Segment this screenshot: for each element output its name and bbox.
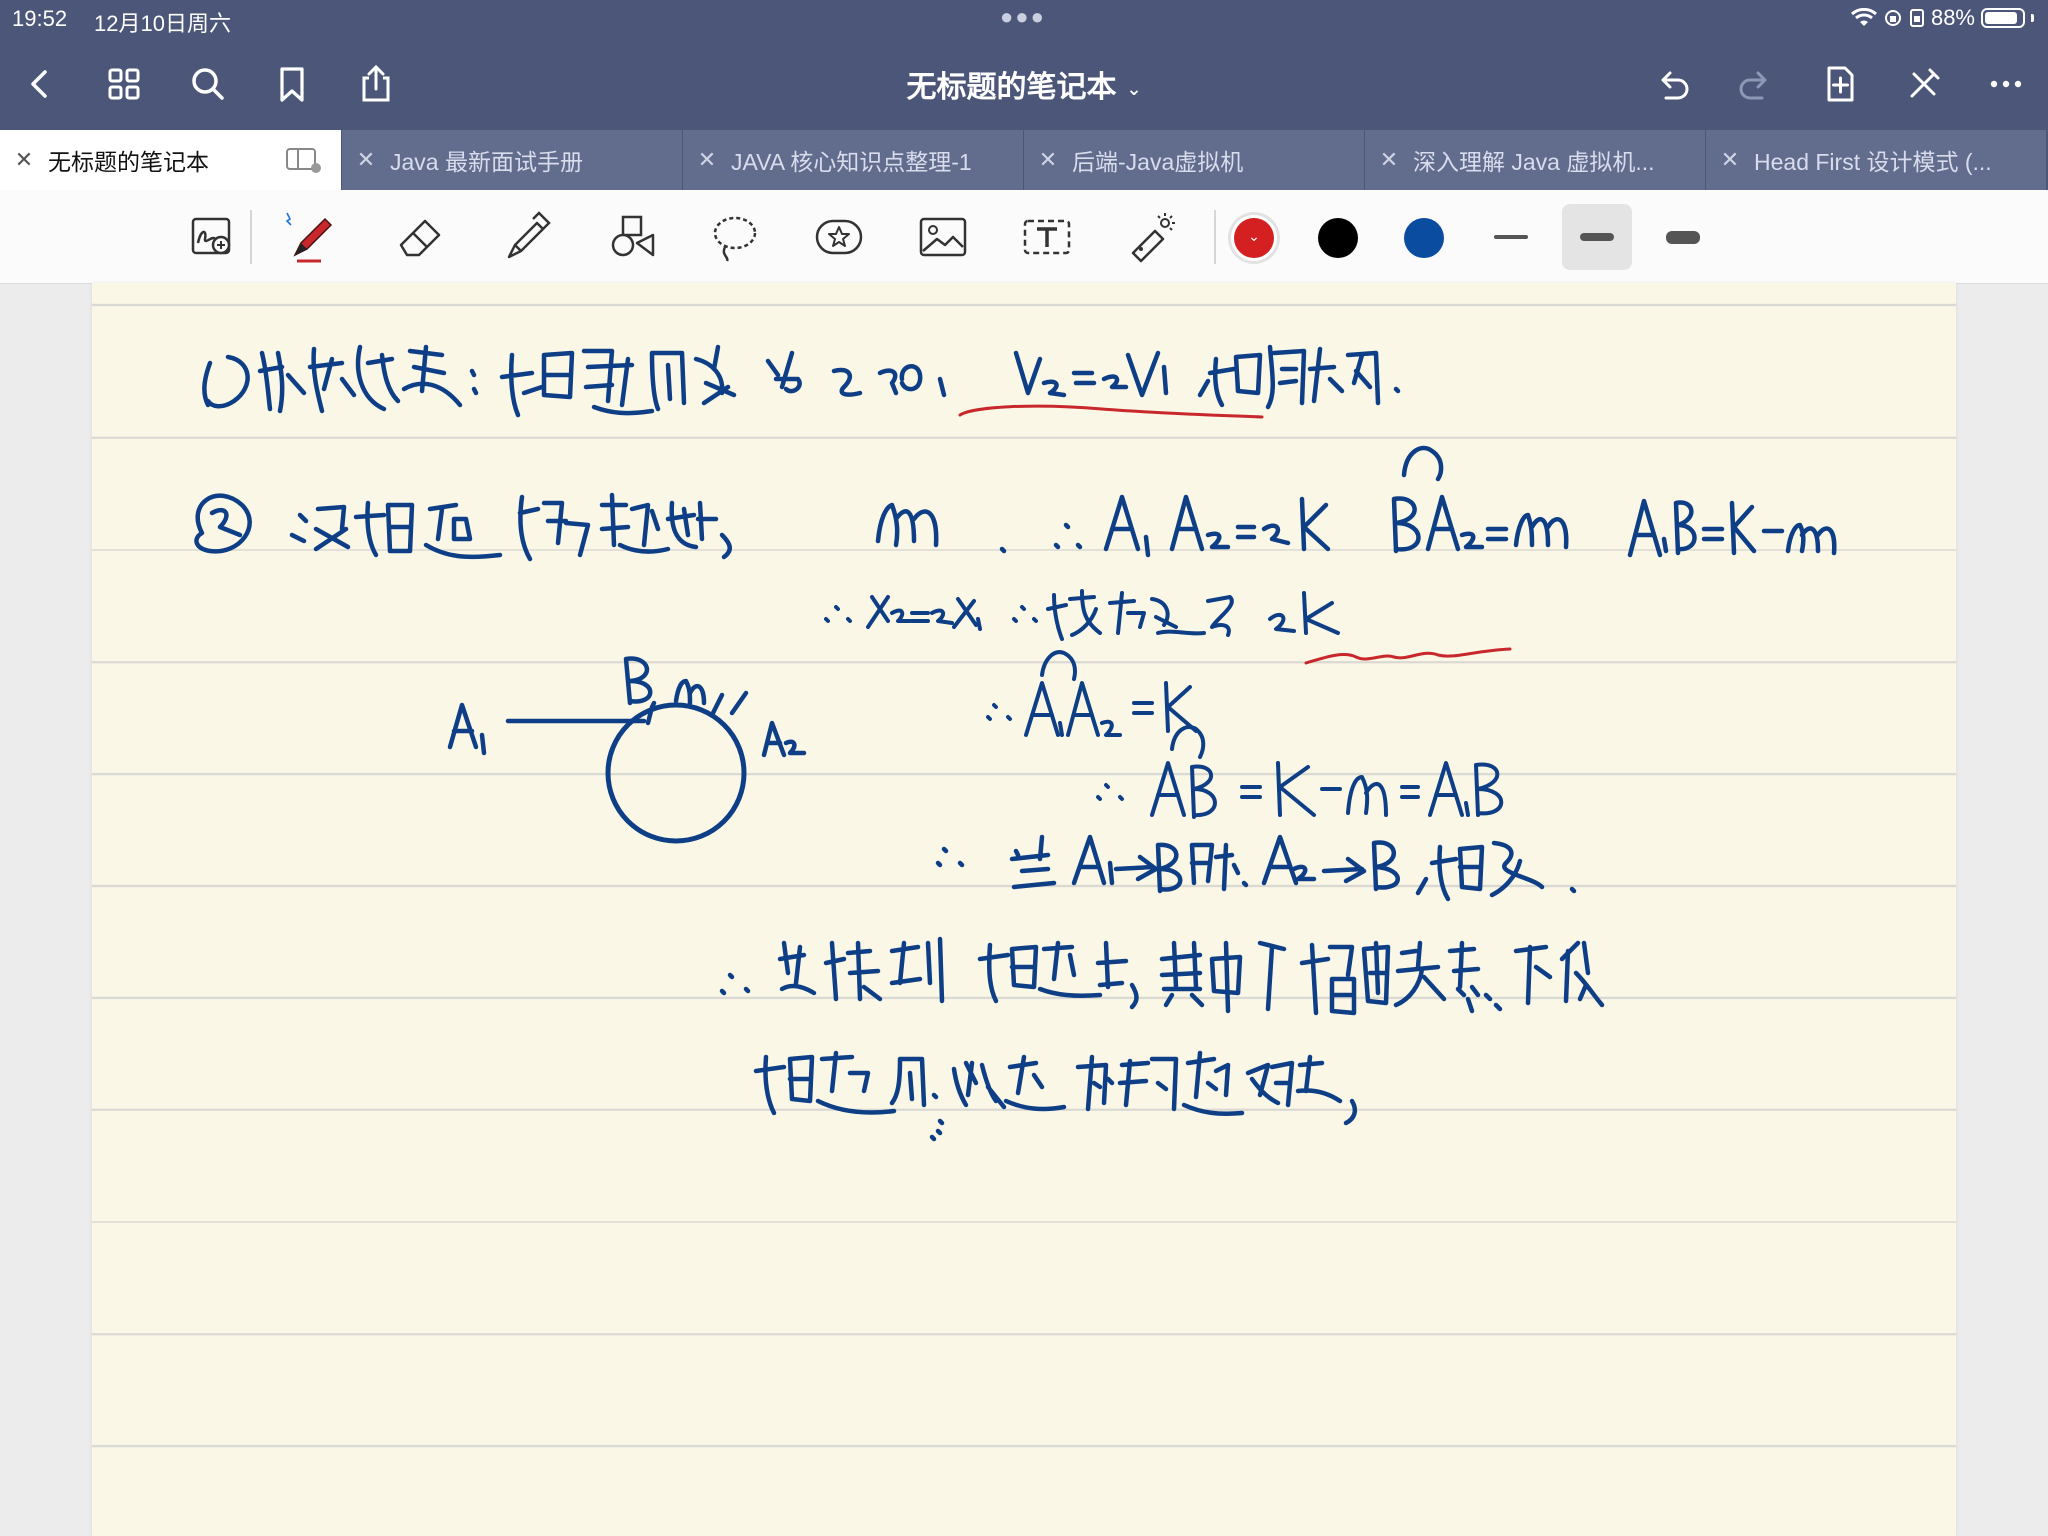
tab-label: 后端-Java虚拟机 [1072,149,1244,175]
note-line-4 [986,650,1198,737]
note-line-2 [194,445,1837,562]
eraser-icon[interactable] [388,204,454,270]
status-indicators: 88% [1850,5,2034,31]
tab-untitled-notebook[interactable]: ✕ 无标题的笔记本 [0,130,341,190]
image-icon[interactable] [910,204,976,270]
tab-java-core-notes[interactable]: ✕ JAVA 核心知识点整理-1 [682,130,1023,190]
share-icon[interactable] [350,58,402,110]
battery-percent: 88% [1930,5,1975,30]
pencil-off-icon[interactable] [1898,58,1950,110]
stroke-width-thin[interactable] [1476,204,1546,270]
notebook-title-button[interactable]: 无标题的笔记本 ⌄ [906,71,1141,104]
note-line-7 [719,936,1605,1016]
red-underline-1 [958,404,1264,419]
chevron-down-icon: ⌄ [1126,78,1142,99]
highlighter-icon[interactable] [494,204,560,270]
orientation-lock-icon [1884,10,1901,26]
app-header: 19:52 12月10日周六 ●●● 88% 无标题的笔记本 ⌄ [0,0,2048,130]
status-date: 12月10日周六 [94,11,231,36]
note-line-8 [753,1050,1358,1126]
add-page-icon[interactable] [1814,58,1866,110]
chevron-left-icon[interactable] [14,58,66,110]
linked-list-diagram [447,656,807,844]
tab-label: Java 最新面试手册 [390,149,583,175]
zoom-ink-icon[interactable] [180,204,246,270]
tab-backend-jvm[interactable]: ✕ 后端-Java虚拟机 [1023,130,1364,190]
red-underline-2 [1304,647,1512,665]
pen-icon[interactable] [276,204,342,270]
note-line-1 [202,344,1401,418]
note-line-6 [929,1118,945,1142]
laser-pointer-icon[interactable] [1118,204,1184,270]
tab-close-icon[interactable]: ✕ [1706,147,1754,173]
undo-icon[interactable] [1646,58,1698,110]
note-line-6b [935,834,1577,902]
stroke-width-thick[interactable] [1648,204,1718,270]
battery-icon [1981,8,2025,28]
note-line-5 [1096,725,1504,819]
handwritten-ink [194,344,1837,1142]
tab-close-icon[interactable]: ✕ [1365,147,1413,173]
tab-close-icon[interactable]: ✕ [342,147,390,173]
document-tabs: ✕ 无标题的笔记本 ✕ Java 最新面试手册 ✕ JAVA 核心知识点整理-1… [0,130,2048,190]
lasso-icon[interactable] [702,204,768,270]
wifi-icon [1850,8,1877,26]
shapes-icon[interactable] [600,204,666,270]
sticker-icon[interactable] [806,204,872,270]
note-line-3 [824,589,1340,641]
stroke-width-medium[interactable] [1562,204,1632,270]
status-time: 19:52 [12,6,68,31]
tab-label: Head First 设计模式 (... [1754,149,1992,175]
tab-close-icon[interactable]: ✕ [683,147,731,173]
drawing-toolbar: ⌄ [0,190,2048,284]
tab-java-interview-handbook[interactable]: ✕ Java 最新面试手册 [341,130,682,190]
tab-head-first-design-patterns[interactable]: ✕ Head First 设计模式 (... [1705,130,2046,190]
color-swatch-blue[interactable] [1404,218,1444,258]
multitasking-dots-icon[interactable]: ●●● [1000,4,1046,30]
split-view-icon[interactable] [285,145,325,175]
search-icon[interactable] [182,58,234,110]
bookmark-icon[interactable] [266,58,318,110]
tab-understanding-jvm[interactable]: ✕ 深入理解 Java 虚拟机... [1364,130,1705,190]
tab-label: 无标题的笔记本 [48,149,209,175]
color-swatch-red[interactable]: ⌄ [1234,218,1274,258]
color-swatch-black[interactable] [1318,218,1358,258]
notebook-page[interactable] [92,283,1956,1536]
grid-icon[interactable] [98,58,150,110]
tab-label: 深入理解 Java 虚拟机... [1413,149,1655,175]
status-bar: 19:52 12月10日周六 ●●● 88% [0,0,2048,38]
tab-close-icon[interactable]: ✕ [1024,147,1072,173]
navigation-bar: 无标题的笔记本 ⌄ [0,48,2048,120]
tab-label: JAVA 核心知识点整理-1 [731,149,972,175]
notebook-title-text: 无标题的笔记本 [906,71,1117,104]
screen-record-icon [1909,9,1924,27]
text-icon[interactable] [1014,204,1080,270]
redo-icon[interactable] [1730,58,1782,110]
more-icon[interactable] [1980,58,2032,110]
tab-close-icon[interactable]: ✕ [0,147,48,173]
